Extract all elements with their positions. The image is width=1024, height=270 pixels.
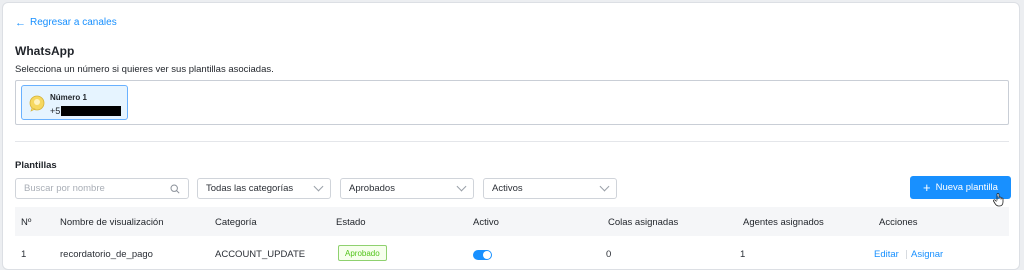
column-header-active: Activo — [473, 217, 499, 228]
status-select[interactable]: Aprobados — [340, 178, 474, 199]
plus-icon: + — [923, 179, 931, 195]
back-to-channels-link[interactable]: ← Regresar a canales — [15, 17, 117, 28]
status-badge: Aprobado — [338, 245, 387, 261]
toggle-knob — [483, 251, 491, 259]
chevron-down-icon — [599, 181, 610, 192]
templates-panel: ← Regresar a canales WhatsApp Selecciona… — [2, 2, 1020, 270]
search-input[interactable]: Buscar por nombre — [15, 178, 189, 199]
page-title: WhatsApp — [15, 44, 75, 58]
active-select[interactable]: Activos — [483, 178, 617, 199]
cell-number: 1 — [21, 249, 27, 260]
category-select-value: Todas las categorías — [206, 183, 294, 194]
search-placeholder: Buscar por nombre — [24, 183, 105, 194]
edit-link[interactable]: Editar — [874, 249, 899, 260]
cell-queues: 0 — [606, 249, 612, 260]
active-toggle[interactable] — [473, 250, 492, 260]
column-header-category: Categoría — [215, 217, 257, 228]
cell-agents: 1 — [740, 249, 746, 260]
table-header — [15, 207, 1009, 236]
divider — [15, 141, 1009, 142]
phone-number-card[interactable]: Número 1 +5 — [21, 85, 128, 120]
column-header-status: Estado — [336, 217, 366, 228]
cell-category: ACCOUNT_UPDATE — [215, 249, 306, 260]
hand-cursor-icon — [993, 193, 1004, 207]
phone-number-value: +5 — [50, 106, 122, 116]
chevron-down-icon — [456, 181, 467, 192]
column-header-agents: Agentes asignados — [743, 217, 824, 228]
phone-number-text: +5 — [50, 106, 61, 116]
chevron-down-icon — [313, 181, 324, 192]
chat-bubble-icon — [29, 95, 45, 112]
section-title: Plantillas — [15, 160, 57, 171]
status-select-value: Aprobados — [349, 183, 395, 194]
redaction-bar — [61, 106, 122, 116]
column-header-name: Nombre de visualización — [60, 217, 164, 228]
search-icon — [170, 183, 180, 194]
new-template-label: Nueva plantilla — [935, 182, 998, 193]
column-header-number: Nº — [21, 217, 32, 228]
assign-link[interactable]: Asignar — [911, 249, 943, 260]
category-select[interactable]: Todas las categorías — [197, 178, 331, 199]
action-separator — [906, 250, 907, 259]
phone-numbers-list: Número 1 +5 — [15, 80, 1009, 125]
page-subtitle: Selecciona un número si quieres ver sus … — [15, 64, 274, 75]
column-header-queues: Colas asignadas — [608, 217, 679, 228]
active-select-value: Activos — [492, 183, 523, 194]
back-link-label: Regresar a canales — [30, 17, 117, 28]
column-header-actions: Acciones — [879, 217, 918, 228]
cell-name: recordatorio_de_pago — [60, 249, 153, 260]
phone-number-label: Número 1 — [50, 93, 87, 102]
arrow-left-icon: ← — [15, 16, 26, 29]
